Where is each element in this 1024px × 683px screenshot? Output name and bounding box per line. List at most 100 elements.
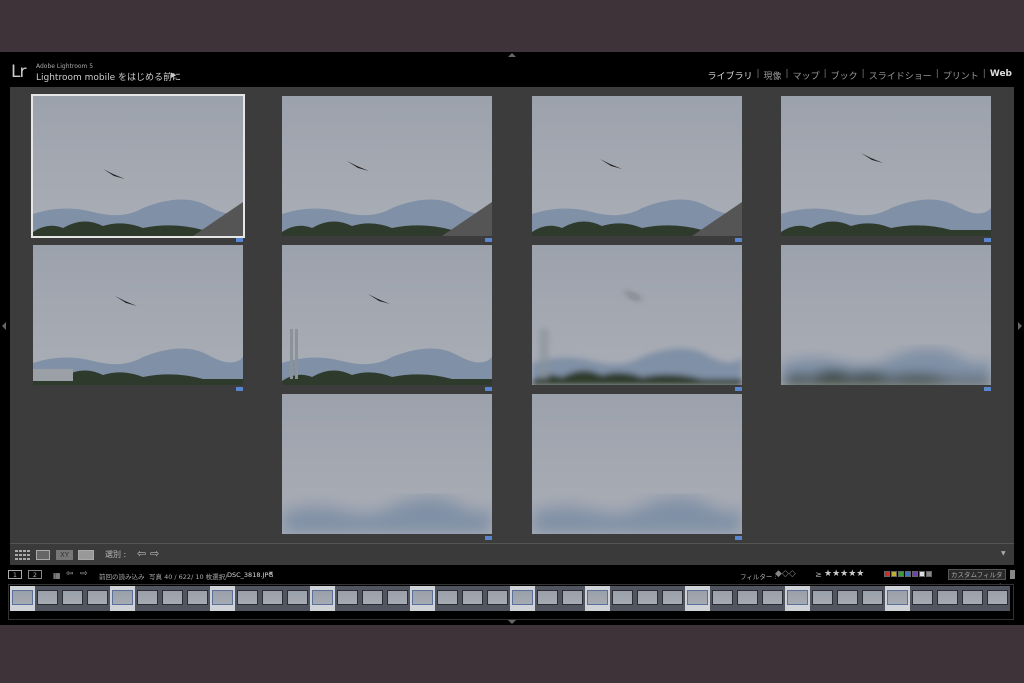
loupe-view-icon[interactable] [36, 550, 50, 560]
filmstrip-thumbnail[interactable] [710, 586, 735, 611]
arrow-left-icon[interactable]: ⇦ [137, 547, 146, 560]
filmstrip-thumbnail[interactable] [360, 586, 385, 611]
photo-thumbnail[interactable] [282, 245, 492, 385]
grid-view-icon[interactable] [15, 550, 30, 560]
filmstrip-thumbnail[interactable] [310, 586, 335, 611]
filmstrip-thumbnail[interactable] [385, 586, 410, 611]
filename-dropdown-icon[interactable]: ▼ [269, 571, 273, 577]
photo-thumbnail[interactable] [532, 96, 742, 236]
left-panel-toggle[interactable] [2, 322, 6, 330]
filmstrip-thumbnail[interactable] [235, 586, 260, 611]
filmstrip-thumbnail[interactable] [835, 586, 860, 611]
photo-thumbnail[interactable] [33, 245, 243, 385]
photo-thumbnail[interactable] [31, 94, 245, 238]
color-label-swatch[interactable] [898, 571, 904, 577]
color-label-swatch[interactable] [926, 571, 932, 577]
filmstrip-thumbnail[interactable] [185, 586, 210, 611]
color-label-swatch[interactable] [912, 571, 918, 577]
screen-2-button[interactable]: 2 [28, 570, 42, 579]
module-1[interactable]: 現像 [760, 69, 786, 82]
filmstrip-thumbnail[interactable] [910, 586, 935, 611]
metadata-badge-icon[interactable] [984, 238, 991, 242]
color-label-swatch[interactable] [891, 571, 897, 577]
color-label-swatch[interactable] [884, 571, 890, 577]
metadata-badge-icon[interactable] [236, 387, 243, 391]
screen-1-button[interactable]: 1 [8, 570, 22, 579]
filmstrip-thumbnail[interactable] [110, 586, 135, 611]
filmstrip-thumbnail[interactable] [635, 586, 660, 611]
filmstrip-thumbnail[interactable] [585, 586, 610, 611]
metadata-badge-icon[interactable] [236, 238, 243, 242]
compare-view-icon[interactable]: XY [56, 550, 73, 560]
module-6[interactable]: Web [986, 69, 1016, 82]
filmstrip-thumbnail[interactable] [560, 586, 585, 611]
filmstrip-thumbnail[interactable] [460, 586, 485, 611]
module-5[interactable]: プリント [939, 69, 983, 82]
metadata-badge-icon[interactable] [735, 238, 742, 242]
sort-label[interactable]: 選別 : [105, 549, 126, 559]
filmstrip-thumbnail[interactable] [410, 586, 435, 611]
bottom-panel-toggle[interactable] [508, 620, 516, 624]
forward-arrow-icon[interactable]: ⇨ [80, 569, 88, 579]
filmstrip-thumbnail[interactable] [35, 586, 60, 611]
metadata-badge-icon[interactable] [485, 536, 492, 540]
photo-thumbnail[interactable] [282, 96, 492, 236]
top-panel-toggle[interactable] [508, 53, 516, 57]
filmstrip-thumbnail[interactable] [85, 586, 110, 611]
rating-operator[interactable]: ≥ [815, 570, 822, 579]
filmstrip-thumbnail[interactable] [210, 586, 235, 611]
filter-lock-icon[interactable] [1010, 570, 1015, 579]
filmstrip-thumbnail[interactable] [685, 586, 710, 611]
module-3[interactable]: ブック [827, 69, 862, 82]
toolbar-menu-arrow-icon[interactable]: ▼ [1001, 550, 1006, 560]
module-4[interactable]: スライドショー [865, 69, 936, 82]
photo-thumbnail[interactable] [282, 394, 492, 534]
source-label[interactable]: 前回の読み込み [99, 571, 145, 581]
right-panel-toggle[interactable] [1018, 322, 1022, 330]
photo-thumbnail[interactable] [781, 245, 991, 385]
filmstrip-thumbnail[interactable] [160, 586, 185, 611]
filmstrip-thumbnail[interactable] [985, 586, 1010, 611]
filmstrip-thumbnail[interactable] [935, 586, 960, 611]
filmstrip-thumbnail[interactable] [285, 586, 310, 611]
flag-filter-icon[interactable]: ◆◇◇ [775, 569, 796, 579]
metadata-badge-icon[interactable] [735, 536, 742, 540]
photo-thumbnail[interactable] [781, 96, 991, 236]
survey-view-icon[interactable] [78, 550, 94, 560]
identity-plate[interactable]: Lightroom mobile をはじめる前に [36, 70, 181, 83]
module-2[interactable]: マップ [789, 69, 824, 82]
filmstrip-thumbnail[interactable] [660, 586, 685, 611]
photo-thumbnail[interactable] [532, 394, 742, 534]
filmstrip-thumbnail[interactable] [510, 586, 535, 611]
metadata-badge-icon[interactable] [984, 387, 991, 391]
filmstrip-thumbnail[interactable] [860, 586, 885, 611]
metadata-badge-icon[interactable] [485, 238, 492, 242]
star-rating-filter[interactable]: ★★★★★ [824, 569, 864, 579]
color-label-swatch[interactable] [919, 571, 925, 577]
filmstrip-thumbnail[interactable] [610, 586, 635, 611]
color-label-filter[interactable] [884, 571, 933, 579]
filmstrip-thumbnail[interactable] [135, 586, 160, 611]
filmstrip-thumbnail[interactable] [260, 586, 285, 611]
filmstrip-thumbnail[interactable] [810, 586, 835, 611]
grid-icon[interactable]: ▦ [53, 571, 61, 580]
filmstrip-thumbnail[interactable] [335, 586, 360, 611]
filmstrip-thumbnail[interactable] [535, 586, 560, 611]
filmstrip-thumbnail[interactable] [10, 586, 35, 611]
arrow-right-icon[interactable]: ⇨ [150, 547, 159, 560]
photo-thumbnail[interactable] [532, 245, 742, 385]
filmstrip-thumbnail[interactable] [485, 586, 510, 611]
filename[interactable]: DSC_3818.JPG [227, 571, 273, 579]
filmstrip-thumbnail[interactable] [885, 586, 910, 611]
filmstrip-thumbnail[interactable] [60, 586, 85, 611]
filmstrip-thumbnail[interactable] [735, 586, 760, 611]
custom-filter-dropdown[interactable]: カスタムフィルター ÷ [948, 569, 1006, 589]
filmstrip-thumbnail[interactable] [785, 586, 810, 611]
metadata-badge-icon[interactable] [735, 387, 742, 391]
filmstrip-thumbnail[interactable] [760, 586, 785, 611]
module-0[interactable]: ライブラリ [703, 69, 756, 82]
metadata-badge-icon[interactable] [485, 387, 492, 391]
back-arrow-icon[interactable]: ⇦ [66, 569, 74, 579]
filmstrip-thumbnail[interactable] [435, 586, 460, 611]
filmstrip-thumbnail[interactable] [960, 586, 985, 611]
